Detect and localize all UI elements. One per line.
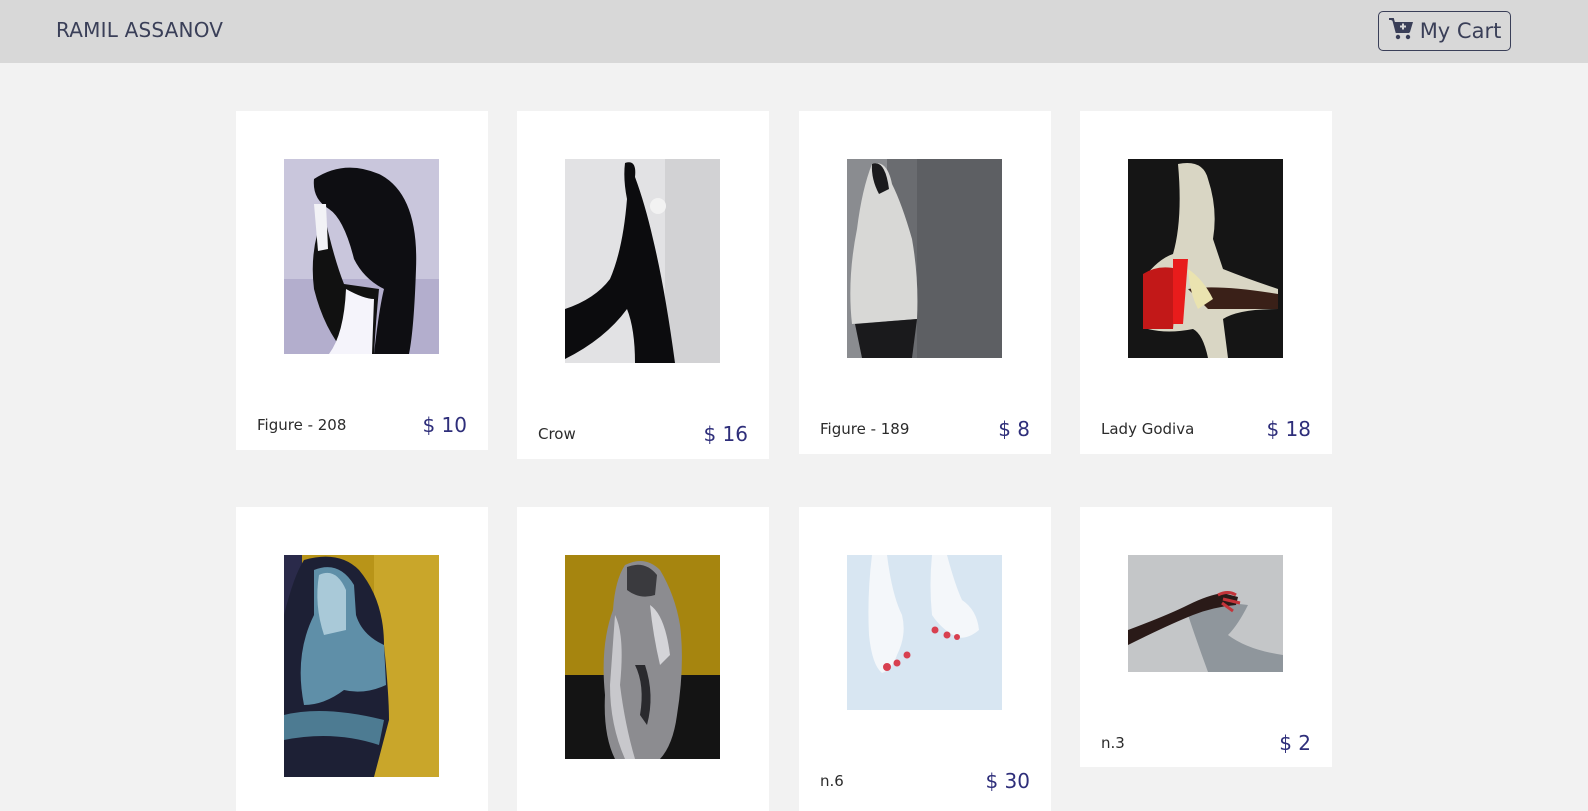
product-image[interactable] (847, 555, 1002, 710)
product-card[interactable]: Figure - 208 $ 10 (236, 111, 488, 450)
product-image[interactable] (284, 159, 439, 354)
product-title[interactable]: Lady Godiva (1101, 420, 1194, 438)
product-title[interactable]: n.3 (1101, 734, 1125, 752)
product-card[interactable]: n.6 $ 30 (799, 507, 1051, 811)
top-navbar: RAMIL ASSANOV My Cart (0, 0, 1588, 63)
product-title[interactable]: n.6 (820, 772, 844, 790)
my-cart-button[interactable]: My Cart (1378, 11, 1511, 51)
product-price: $ 16 (703, 422, 748, 446)
product-price: $ 30 (985, 769, 1030, 793)
product-price: $ 18 (1266, 417, 1311, 441)
product-card[interactable]: Crow $ 16 (517, 111, 769, 459)
product-image[interactable] (284, 555, 439, 777)
product-card[interactable]: Lady Godiva $ 18 (1080, 111, 1332, 454)
product-price: $ 8 (998, 417, 1030, 441)
product-image[interactable] (1128, 159, 1283, 358)
product-card[interactable] (236, 507, 488, 811)
product-card[interactable]: n.3 $ 2 (1080, 507, 1332, 767)
product-image[interactable] (1128, 555, 1283, 672)
my-cart-label: My Cart (1419, 19, 1502, 43)
brand-logo[interactable]: RAMIL ASSANOV (56, 18, 223, 42)
product-image[interactable] (565, 159, 720, 363)
product-card[interactable]: Figure - 189 $ 8 (799, 111, 1051, 454)
product-image[interactable] (565, 555, 720, 759)
cart-icon (1388, 17, 1414, 46)
product-card[interactable] (517, 507, 769, 811)
product-image[interactable] (847, 159, 1002, 358)
product-price: $ 10 (422, 413, 467, 437)
product-price: $ 2 (1279, 731, 1311, 755)
product-title[interactable]: Figure - 189 (820, 420, 909, 438)
product-title[interactable]: Figure - 208 (257, 416, 346, 434)
product-title[interactable]: Crow (538, 425, 576, 443)
